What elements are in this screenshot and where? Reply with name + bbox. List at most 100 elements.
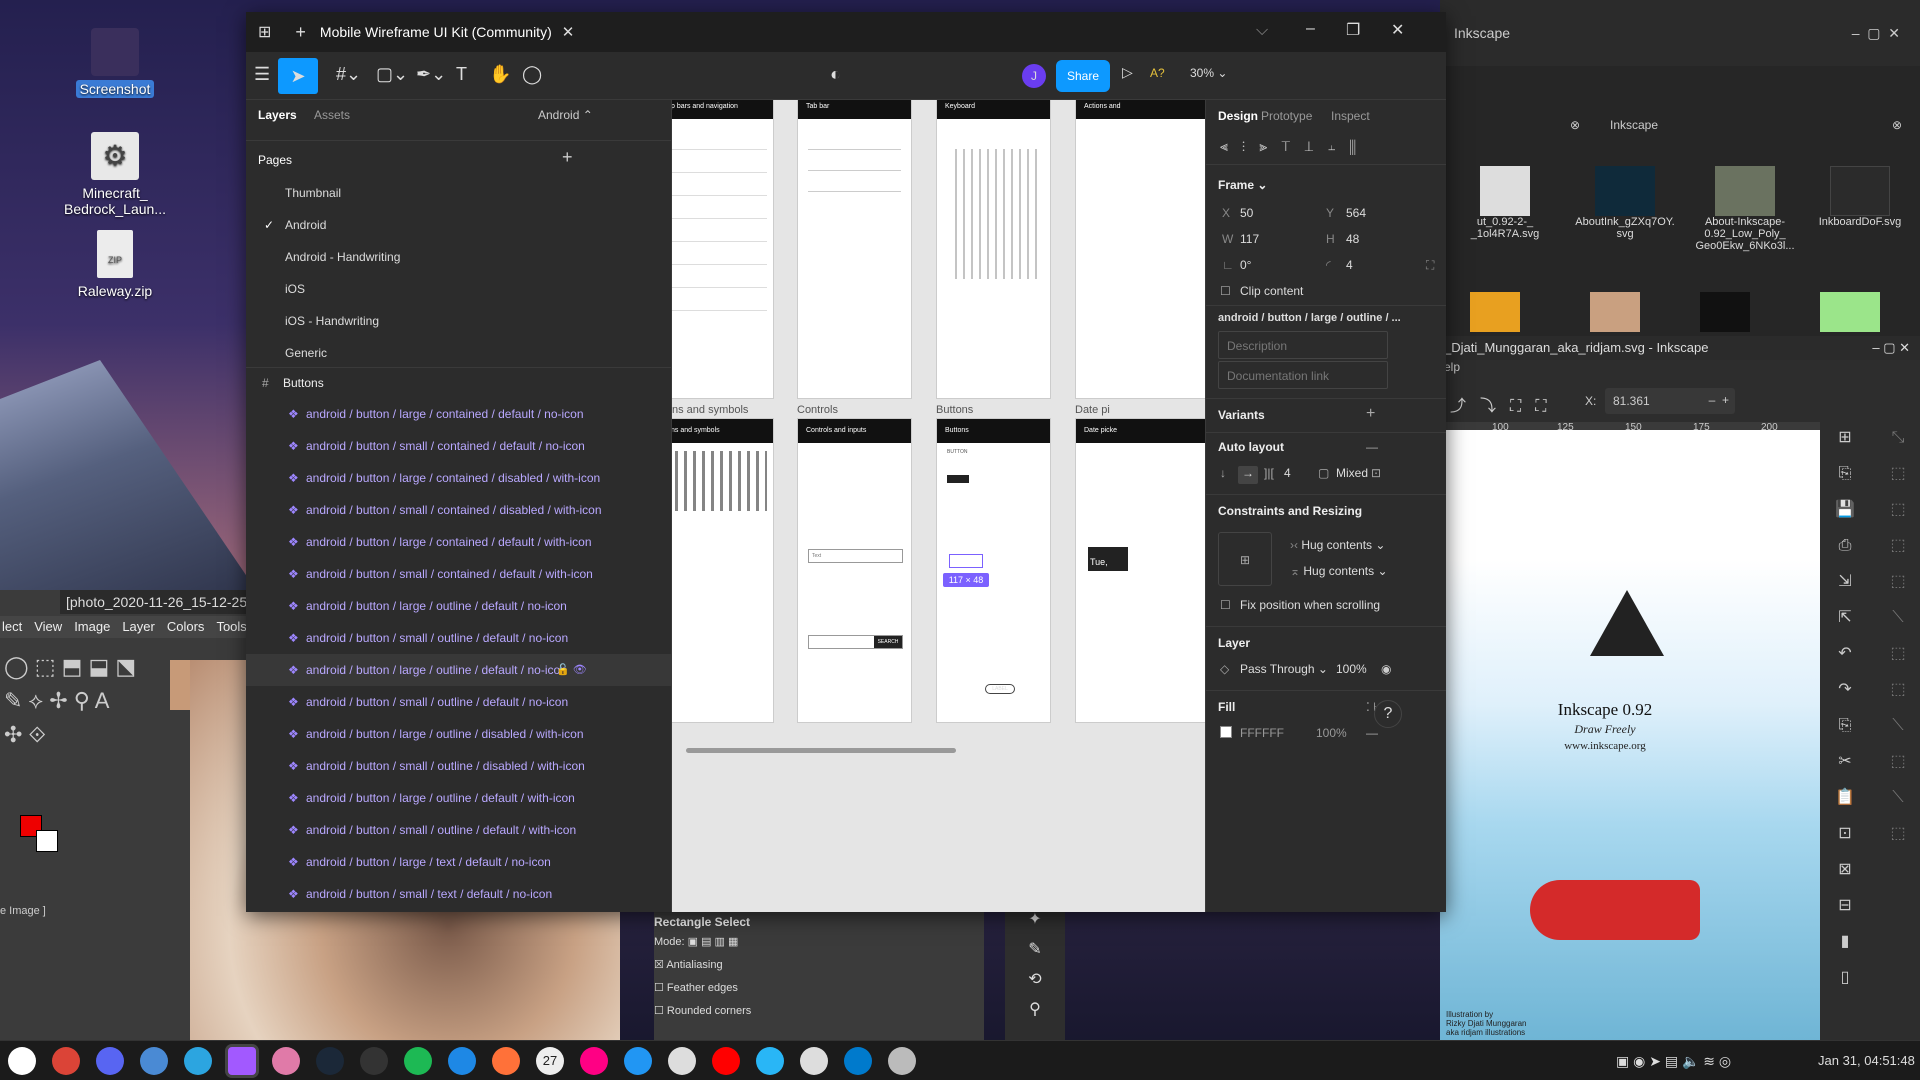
- hand-tool-icon[interactable]: ✋: [489, 64, 511, 85]
- horizontal-resizing[interactable]: ›‹ Hug contents ⌄: [1290, 538, 1385, 552]
- frame-title[interactable]: Frame ⌄: [1218, 178, 1267, 192]
- tab-inspect[interactable]: Inspect: [1331, 109, 1370, 123]
- layer-row[interactable]: ❖ android / button / large / outline / de…: [246, 590, 671, 622]
- page-item[interactable]: iOS: [246, 273, 671, 305]
- desktop-icon-raleway[interactable]: ZIP Raleway.zip: [60, 230, 170, 300]
- puzzle-icon[interactable]: [756, 1047, 784, 1075]
- frame-top-bars[interactable]: p bars and navigation: [672, 100, 774, 399]
- shape-tool-icon[interactable]: ▢⌄: [376, 64, 408, 85]
- independent-corners-icon[interactable]: ⛶: [1426, 258, 1434, 273]
- layer-row[interactable]: ❖ android / button / small / contained / …: [246, 494, 671, 526]
- antialiasing-checkbox[interactable]: ☒ Antialiasing: [654, 958, 984, 971]
- file-tab-title[interactable]: Mobile Wireframe UI Kit (Community): [320, 24, 552, 40]
- remove-fill-icon[interactable]: —: [1366, 726, 1378, 740]
- remove-auto-layout-icon[interactable]: —: [1366, 440, 1378, 454]
- visibility-icon[interactable]: ◉: [1381, 662, 1391, 676]
- frame-layer-row[interactable]: # Buttons: [246, 368, 671, 398]
- chrome-icon[interactable]: [52, 1047, 80, 1075]
- fill-hex-input[interactable]: FFFFFF: [1240, 726, 1284, 740]
- layer-row[interactable]: ❖ android / button / small / outline / di…: [246, 750, 671, 782]
- layer-row[interactable]: ❖ android / button / large / outline / di…: [246, 718, 671, 750]
- layer-row[interactable]: ❖ android / button / small / outline / de…: [246, 814, 671, 846]
- page-item[interactable]: Generic: [246, 337, 671, 369]
- calendar-icon[interactable]: 27: [536, 1047, 564, 1075]
- gimp-menu-colors[interactable]: Colors: [167, 616, 205, 638]
- spacing-input[interactable]: 4: [1284, 466, 1291, 480]
- w-input[interactable]: 117: [1240, 232, 1259, 246]
- avatar[interactable]: J: [1022, 64, 1046, 88]
- file-thumbnail[interactable]: [1590, 292, 1640, 332]
- bg-color-swatch[interactable]: [36, 830, 58, 852]
- fix-position-row[interactable]: ☐ Fix position when scrolling: [1206, 598, 1446, 622]
- gimp-dock-icons[interactable]: ✦ ✎ ⟲ ⚲: [1005, 905, 1065, 1040]
- cloud-icon[interactable]: [668, 1047, 696, 1075]
- y-input[interactable]: 564: [1346, 206, 1366, 220]
- tray-icons[interactable]: ▣ ◉ ➤ ▤ 🔈 ≋ ◎: [1616, 1053, 1731, 1070]
- inkscape-icon[interactable]: [800, 1047, 828, 1075]
- page-item[interactable]: Thumbnail: [246, 177, 671, 209]
- present-icon[interactable]: ▷: [1122, 64, 1133, 81]
- frame-tab-bar[interactable]: Tab bar: [797, 100, 912, 399]
- frame-actions[interactable]: Actions and: [1075, 100, 1205, 399]
- layer-row[interactable]: ❖ android / button / small / text / defau…: [246, 878, 671, 910]
- frame-controls[interactable]: Controls and inputs Text SEARCH: [797, 418, 912, 723]
- snap-bar[interactable]: ⤡ ⬚ ⬚ ⬚ ⬚ ⟍ ⬚ ⬚ ⟍ ⬚ ⟍ ⬚: [1880, 420, 1916, 1040]
- accessibility-label[interactable]: A?: [1150, 66, 1165, 80]
- cube-icon[interactable]: [624, 1047, 652, 1075]
- documentation-link-input[interactable]: Documentation link: [1218, 361, 1388, 389]
- telegram-icon[interactable]: [184, 1047, 212, 1075]
- restore-icon[interactable]: ❐: [1346, 20, 1360, 40]
- lock-visibility-icons[interactable]: 🔓 👁: [556, 654, 587, 686]
- fill-color-swatch[interactable]: [1220, 726, 1232, 738]
- gimp-menu-tools[interactable]: Tools: [216, 616, 246, 638]
- file-item[interactable]: About-Inkscape-0.92_Low_Poly_ Geo0Ekw_6N…: [1680, 166, 1810, 252]
- tab-layers[interactable]: Layers: [258, 108, 297, 122]
- vertical-resizing[interactable]: ⌅ Hug contents ⌄: [1290, 564, 1388, 578]
- radius-input[interactable]: 4: [1346, 258, 1353, 272]
- files-icon[interactable]: [140, 1047, 168, 1075]
- page-item[interactable]: Android - Handwriting: [246, 241, 671, 273]
- gimp-icon[interactable]: [888, 1047, 916, 1075]
- close-tab-icon[interactable]: ⊗: [1570, 118, 1580, 132]
- blend-mode-select[interactable]: Pass Through ⌄: [1240, 662, 1328, 676]
- clip-checkbox[interactable]: ☐: [1220, 284, 1231, 298]
- comment-tool-icon[interactable]: ◯: [522, 64, 542, 85]
- file-thumbnail[interactable]: [1820, 292, 1880, 332]
- horizontal-direction-icon[interactable]: →: [1238, 466, 1258, 484]
- joystick-icon[interactable]: [272, 1047, 300, 1075]
- tab-design[interactable]: Design: [1218, 109, 1258, 123]
- gimp-menu-image[interactable]: Image: [74, 616, 110, 638]
- mode-buttons[interactable]: ▣ ▤ ▥ ▦: [688, 936, 739, 948]
- inkscape-menu[interactable]: elp: [1440, 360, 1920, 380]
- tab-prototype[interactable]: Prototype: [1261, 109, 1312, 123]
- add-variant-icon[interactable]: +: [1366, 405, 1375, 423]
- feather-checkbox[interactable]: ☐ Feather edges: [654, 981, 984, 994]
- layer-row[interactable]: ❖ android / button / large / contained / …: [246, 398, 671, 430]
- layer-row[interactable]: ❖ android / button / large / contained / …: [246, 526, 671, 558]
- desktop-icon-minecraft[interactable]: ⚙ Minecraft_ Bedrock_Laun...: [60, 132, 170, 218]
- design-canvas[interactable]: p bars and navigation Tab bar Keyboard A…: [672, 100, 1205, 912]
- frame-buttons[interactable]: Buttons BUTTON 117 × 48 LABEL: [936, 418, 1051, 723]
- clock[interactable]: Jan 31, 04:51:48: [1818, 1053, 1915, 1068]
- share-button[interactable]: Share: [1056, 60, 1110, 92]
- page-item[interactable]: ✓ Android: [246, 209, 671, 241]
- fill-opacity-input[interactable]: 100%: [1316, 726, 1347, 740]
- layer-row[interactable]: ❖ android / button / large / text / defau…: [246, 846, 671, 878]
- text-tool-icon[interactable]: T: [456, 64, 467, 85]
- desktop-icon-screenshot[interactable]: Screenshot: [60, 28, 170, 98]
- frame-date-picker[interactable]: Date picke Tue,: [1075, 418, 1205, 723]
- description-input[interactable]: Description: [1218, 331, 1388, 359]
- commands-bar[interactable]: ⊞ ⎘ 💾 ⎙ ⇲ ⇱ ↶ ↷ ⎘ ✂ 📋 ⊡ ⊠ ⊟ ▮ ▯: [1825, 420, 1865, 1040]
- layer-row[interactable]: ❖ android / button / small / outline / de…: [246, 686, 671, 718]
- move-tool-icon[interactable]: ➤: [278, 58, 318, 94]
- window-controls[interactable]: – ▢ ✕: [1852, 0, 1900, 66]
- layer-row[interactable]: ❖ android / button / large / outline / de…: [246, 782, 671, 814]
- theme-toggle-icon[interactable]: ◐: [830, 64, 841, 85]
- file-item[interactable]: ut_0.92-2-_ _1ol4R7A.svg: [1450, 166, 1560, 240]
- page-item[interactable]: iOS - Handwriting: [246, 305, 671, 337]
- tab-inkscape[interactable]: Inkscape: [1610, 118, 1658, 132]
- layer-row[interactable]: ❖ android / button / large / outline / de…: [246, 654, 671, 686]
- node-tool-icons[interactable]: ⤴⤵⛶⛶: [1450, 392, 1560, 416]
- window-controls[interactable]: – ▢ ✕: [1872, 336, 1910, 360]
- file-item[interactable]: AboutInk_gZXq7OY. svg: [1570, 166, 1680, 240]
